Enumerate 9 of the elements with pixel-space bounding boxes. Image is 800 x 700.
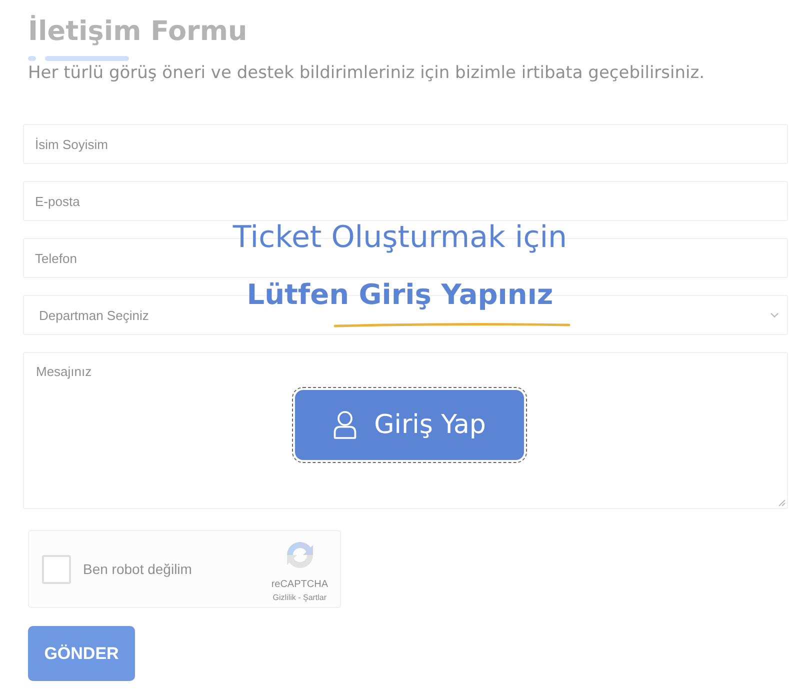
captcha-brand: reCAPTCHA xyxy=(271,579,328,591)
form-title: İletişim Formu xyxy=(27,15,248,49)
resize-grip-icon[interactable] xyxy=(778,499,786,507)
form-subtitle: Her türlü görüş öneri ve destek bildirimleriniz için bizimle irtibata geçebilirsiniz. xyxy=(27,62,706,84)
select-value: Departman Seçiniz xyxy=(39,308,149,322)
captcha-label: Ben robot değilim xyxy=(83,561,193,577)
user-icon xyxy=(332,410,358,440)
login-button[interactable]: Giriş Yap xyxy=(294,390,524,460)
chevron-down-icon xyxy=(770,312,779,318)
